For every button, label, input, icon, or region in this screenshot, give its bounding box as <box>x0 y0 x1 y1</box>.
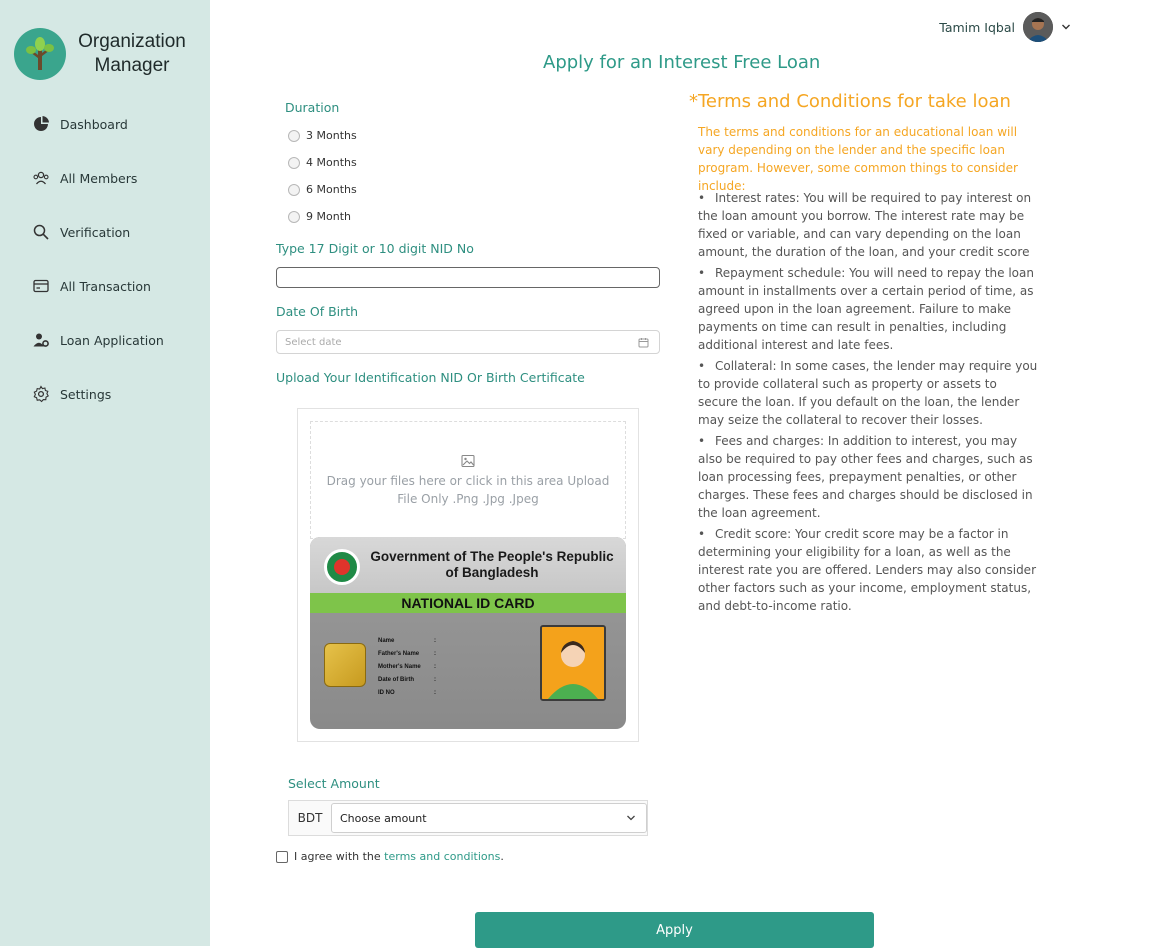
terms-item: • Fees and charges: In addition to intere… <box>698 434 1033 520</box>
credit-card-icon <box>33 279 49 293</box>
radio-button[interactable] <box>288 210 300 223</box>
nid-input[interactable] <box>276 267 660 288</box>
uploaded-nid-card-image: Government of The People's Republic of B… <box>310 537 626 729</box>
date-of-birth-picker[interactable]: Select date <box>276 330 660 354</box>
sidebar-item-label: Settings <box>60 386 112 402</box>
chevron-down-icon <box>627 815 635 821</box>
sidebar-item-all-transaction[interactable]: All Transaction <box>32 276 151 296</box>
terms-intro: The terms and conditions for an educatio… <box>698 125 1018 193</box>
duration-option-6-months[interactable]: 6 Months <box>288 183 357 196</box>
tree-logo-icon <box>14 28 66 80</box>
upload-area[interactable]: Drag your files here or click in this ar… <box>297 408 639 742</box>
sim-chip-icon <box>324 643 366 687</box>
sidebar-item-label: Loan Application <box>60 332 164 348</box>
sidebar-item-label: Dashboard <box>60 116 128 132</box>
amount-select-group: BDT Choose amount <box>288 800 648 836</box>
sidebar-item-settings[interactable]: Settings <box>32 384 111 404</box>
duration-label: Duration <box>285 100 340 115</box>
date-placeholder: Select date <box>285 336 342 348</box>
agree-terms-row: I agree with the terms and conditions. <box>276 850 504 863</box>
user-name: Tamim Iqbal <box>939 19 1015 35</box>
duration-option-9-month[interactable]: 9 Month <box>288 210 351 223</box>
sidebar-item-label: All Members <box>60 170 138 186</box>
sidebar-item-verification[interactable]: Verification <box>32 222 130 242</box>
sidebar-item-loan-application[interactable]: Loan Application <box>32 330 164 350</box>
radio-button[interactable] <box>288 129 300 142</box>
radio-button[interactable] <box>288 183 300 196</box>
gear-icon <box>33 385 49 403</box>
government-seal-icon <box>324 549 360 585</box>
app-name-line2: Manager <box>94 55 170 76</box>
terms-link[interactable]: terms and conditions <box>384 850 500 863</box>
person-avatar-icon <box>540 625 606 701</box>
brand[interactable]: Organization Manager <box>14 28 188 80</box>
amount-label: Select Amount <box>288 776 380 791</box>
app-name-line1: Organization <box>78 31 186 52</box>
page-title: Apply for an Interest Free Loan <box>543 52 821 73</box>
pie-chart-icon <box>34 116 49 131</box>
upload-hint: Drag your files here or click in this ar… <box>326 474 610 506</box>
users-icon <box>33 171 49 185</box>
terms-item: • Credit score: Your credit score may be … <box>698 527 1036 613</box>
radio-label: 6 Months <box>306 183 357 196</box>
radio-label: 9 Month <box>306 210 351 223</box>
terms-item: • Repayment schedule: You will need to re… <box>698 266 1034 352</box>
currency-prefix: BDT <box>297 811 323 825</box>
sidebar-item-dashboard[interactable]: Dashboard <box>32 114 128 134</box>
apply-button[interactable]: Apply <box>475 912 874 948</box>
radio-button[interactable] <box>288 156 300 169</box>
sidebar-item-label: All Transaction <box>60 278 151 294</box>
agree-text: I agree with the <box>294 850 381 863</box>
app-name: Organization Manager <box>76 30 188 78</box>
upload-label: Upload Your Identification NID Or Birth … <box>276 370 585 385</box>
radio-label: 4 Months <box>306 156 357 169</box>
nid-label: Type 17 Digit or 10 digit NID No <box>276 241 474 256</box>
amount-select[interactable]: Choose amount <box>331 803 647 833</box>
card-title: NATIONAL ID CARD <box>310 593 626 613</box>
sidebar-item-all-members[interactable]: All Members <box>32 168 137 188</box>
card-fields: Name: Father's Name: Mother's Name: Date… <box>378 638 436 696</box>
image-icon <box>461 454 475 468</box>
terms-list: • Interest rates: You will be required to… <box>698 189 1038 618</box>
calendar-icon[interactable] <box>638 337 649 348</box>
chevron-down-icon[interactable] <box>1061 22 1071 32</box>
sidebar-item-label: Verification <box>60 224 131 240</box>
terms-title: *Terms and Conditions for take loan <box>689 91 1011 112</box>
user-menu[interactable]: Tamim Iqbal <box>939 12 1071 42</box>
agree-checkbox[interactable] <box>276 850 288 863</box>
dob-label: Date Of Birth <box>276 304 359 319</box>
duration-option-3-months[interactable]: 3 Months <box>288 129 357 142</box>
card-gov-title: Government of The People's Republic of B… <box>370 549 614 580</box>
radio-label: 3 Months <box>306 129 357 142</box>
user-gear-icon <box>33 333 49 347</box>
avatar[interactable] <box>1023 12 1053 42</box>
terms-item: • Interest rates: You will be required to… <box>698 191 1032 259</box>
search-icon <box>33 224 49 240</box>
sidebar: Organization Manager Dashboard All Membe… <box>0 0 210 946</box>
file-dropzone[interactable]: Drag your files here or click in this ar… <box>310 421 626 539</box>
terms-item: • Collateral: In some cases, the lender m… <box>698 359 1038 427</box>
amount-selected-value: Choose amount <box>340 811 427 825</box>
duration-option-4-months[interactable]: 4 Months <box>288 156 357 169</box>
